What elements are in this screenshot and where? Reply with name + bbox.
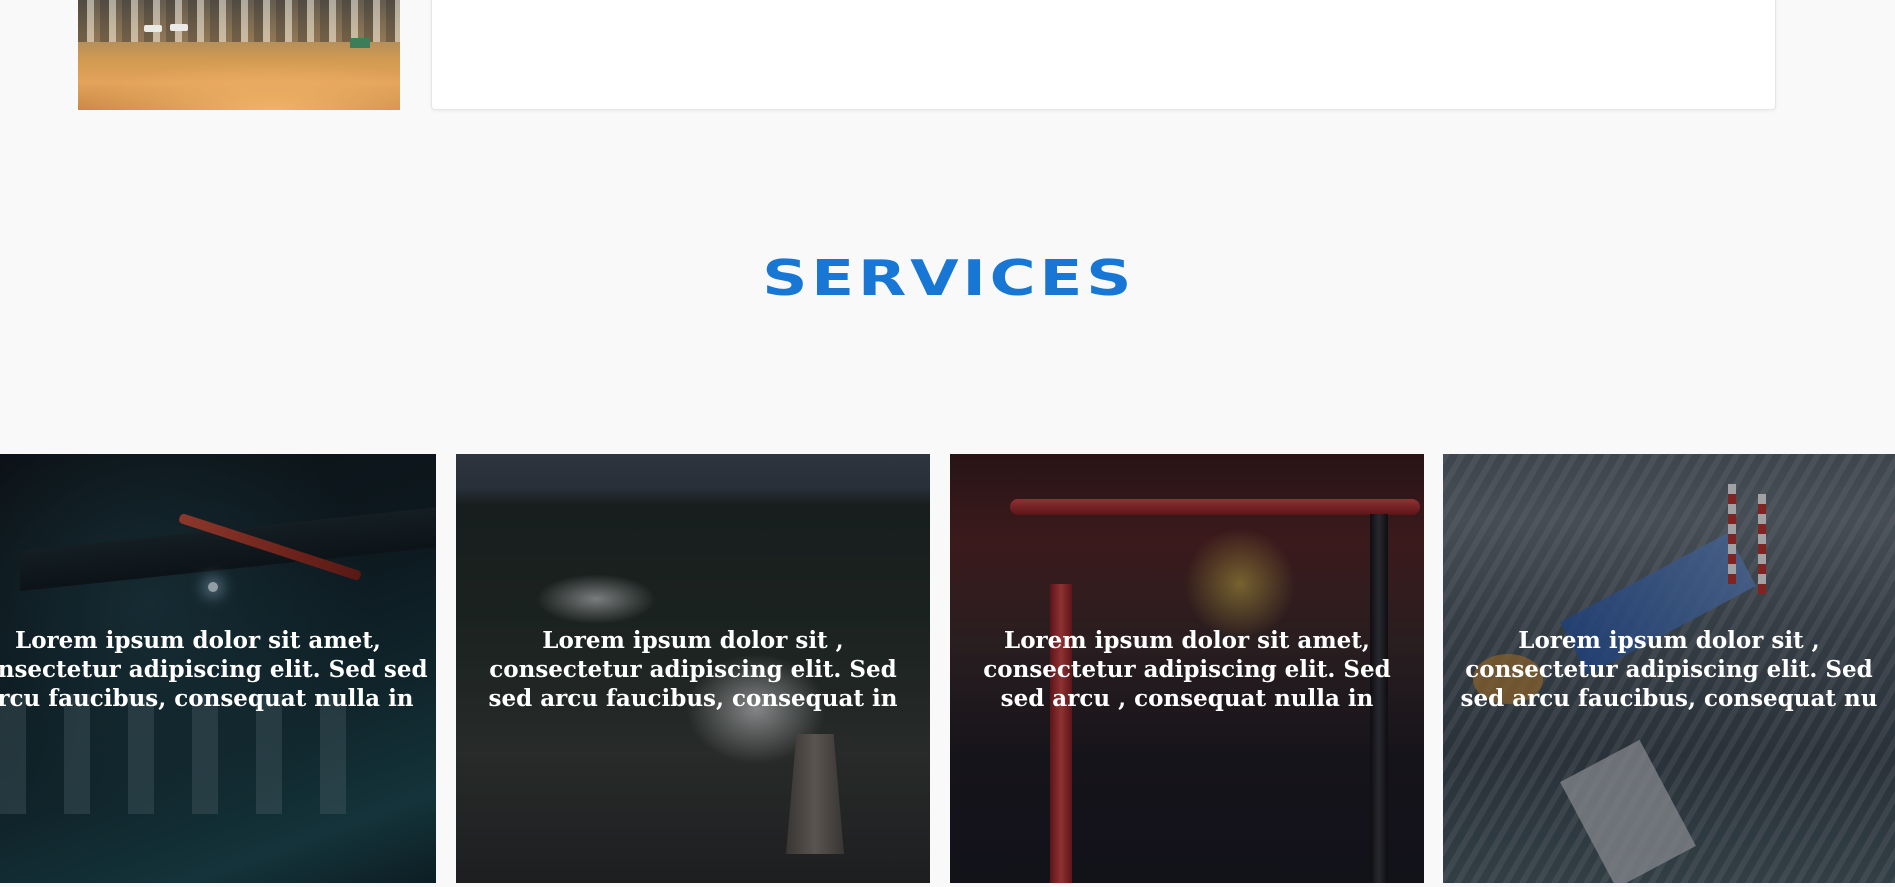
desert-site-photo: [78, 0, 400, 110]
site-structures: [78, 0, 400, 42]
vehicle: [170, 24, 188, 31]
service-card-text: Lorem ipsum dolor sit amet, consectetur …: [0, 627, 428, 712]
service-card[interactable]: Lorem ipsum dolor sit amet, consectetur …: [0, 454, 436, 883]
green-container: [350, 38, 370, 48]
sand-dune: [78, 60, 400, 110]
services-carousel[interactable]: Lorem ipsum dolor sit amet, consectetur …: [0, 454, 1895, 883]
content-card: [431, 0, 1776, 110]
service-card-text: Lorem ipsum dolor sit , consectetur adip…: [1460, 627, 1878, 712]
service-card-text: Lorem ipsum dolor sit amet, consectetur …: [983, 627, 1391, 712]
service-card[interactable]: Lorem ipsum dolor sit amet, consectetur …: [950, 454, 1424, 883]
service-card[interactable]: Lorem ipsum dolor sit , consectetur adip…: [1443, 454, 1895, 883]
service-card-text: Lorem ipsum dolor sit , consectetur adip…: [488, 627, 898, 712]
vehicle: [144, 25, 162, 32]
service-card[interactable]: Lorem ipsum dolor sit , consectetur adip…: [456, 454, 930, 883]
services-heading: SERVICES: [762, 250, 1136, 307]
